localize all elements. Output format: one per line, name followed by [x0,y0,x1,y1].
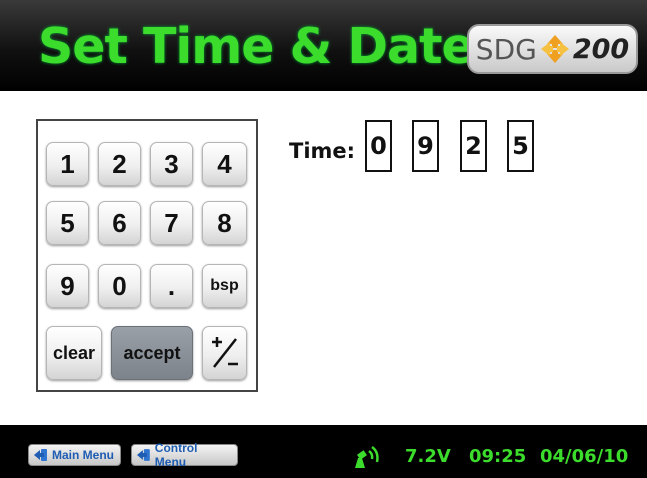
status-bar: Main Menu Control Menu 7.2V 09:25 04/06/… [0,425,647,478]
date-readout: 04/06/10 [540,446,629,467]
time-digit-2[interactable]: 9 [412,120,439,172]
key-plus-minus[interactable] [202,326,247,380]
header-bar: Set Time & Date SDG 200 [0,0,647,91]
key-decimal[interactable]: . [150,264,193,308]
time-digit-4[interactable]: 5 [507,120,534,172]
key-9[interactable]: 9 [46,264,89,308]
key-backspace[interactable]: bsp [202,264,247,308]
satellite-signal-icon [355,445,379,468]
control-menu-label: Control Menu [154,441,198,469]
time-digit-1[interactable]: 0 [365,120,392,172]
time-label: Time: [289,139,356,163]
logo-arrows-icon [540,35,569,63]
back-arrow-icon [34,449,47,461]
logo-200-text: 200 [572,33,630,65]
time-digit-3[interactable]: 2 [460,120,487,172]
key-clear[interactable]: clear [46,326,102,380]
voltage-readout: 7.2V [405,446,451,467]
key-8[interactable]: 8 [202,201,247,245]
plus-minus-icon [211,337,238,368]
key-1[interactable]: 1 [46,142,89,186]
logo-sdg-text: SDG [475,32,537,66]
sdg-logo: SDG 200 [467,24,638,74]
key-3[interactable]: 3 [150,142,193,186]
key-0[interactable]: 0 [98,264,141,308]
control-menu-button[interactable]: Control Menu [131,441,238,469]
key-5[interactable]: 5 [46,201,89,245]
key-6[interactable]: 6 [98,201,141,245]
page-title: Set Time & Date [38,18,475,75]
clock-readout: 09:25 [469,446,527,467]
key-4[interactable]: 4 [202,142,247,186]
back-arrow-icon [136,449,150,461]
main-menu-button[interactable]: Main Menu [28,444,121,466]
key-7[interactable]: 7 [150,201,193,245]
numeric-keypad: 1 2 3 4 5 6 7 8 9 0 . bsp clear accept [36,119,258,392]
main-menu-label: Main Menu [52,448,114,462]
key-accept[interactable]: accept [111,326,193,380]
key-2[interactable]: 2 [98,142,141,186]
